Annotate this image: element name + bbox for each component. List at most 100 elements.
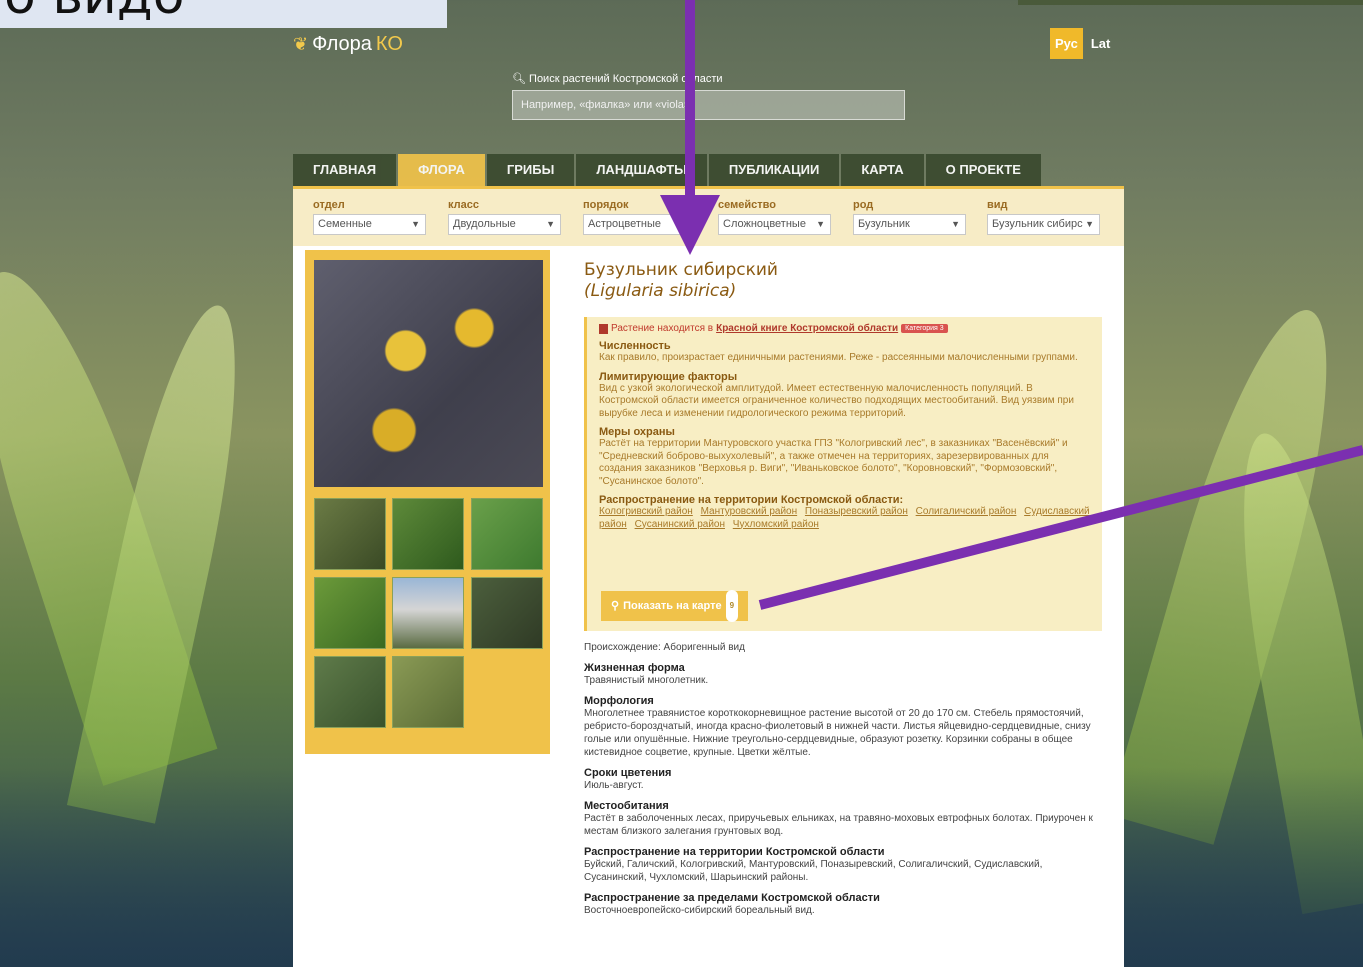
filter-genus: род Бузульник ▼ [853, 199, 966, 235]
filter-order: порядок Астроцветные ▼ [583, 199, 696, 235]
logo-text: Флора [312, 33, 372, 55]
areas-list: Кологривский район Мантуровский район По… [599, 506, 1094, 531]
section-heading: Численность [599, 340, 671, 352]
species-select[interactable]: Бузульник сибирс ▼ [987, 214, 1100, 235]
gallery-thumbnail[interactable] [471, 498, 543, 570]
filter-label: порядок [583, 199, 629, 211]
search-label-text: Поиск растений Костромской области [529, 73, 723, 85]
detail-text: Буйский, Галичский, Кологривский, Мантур… [584, 859, 1043, 883]
main-plant-photo[interactable] [314, 260, 543, 487]
show-on-map-button[interactable]: ⚲ Показать на карте 9 [601, 590, 749, 622]
detail-heading: Распространение на территории Костромско… [584, 846, 885, 858]
search-input[interactable] [512, 90, 905, 120]
gallery-thumbnail[interactable] [314, 656, 386, 728]
plant-title: Бузульник сибирский [584, 260, 778, 280]
chevron-down-icon: ▼ [1085, 219, 1094, 229]
detail-text: Июль-август. [584, 780, 644, 791]
division-select[interactable]: Семенные ▼ [313, 214, 426, 235]
gallery-thumbnail[interactable] [314, 577, 386, 649]
map-pin-icon: ⚲ [611, 600, 620, 612]
photo-gallery [305, 250, 550, 754]
taxonomy-filters: отдел Семенные ▼ класс Двудольные ▼ порядо… [293, 186, 1124, 246]
area-link[interactable]: Солигаличский район [916, 506, 1017, 517]
class-select[interactable]: Двудольные ▼ [448, 214, 561, 235]
gallery-thumbnail[interactable] [471, 577, 543, 649]
language-switcher: Рус Lat [1050, 28, 1118, 59]
overlay-thumbnail [1018, 0, 1363, 5]
detail-heading: Сроки цветения [584, 767, 672, 779]
chevron-down-icon: ▼ [816, 219, 825, 229]
plant-header: Бузульник сибирский (Ligularia sibirica) [584, 260, 1104, 302]
chevron-down-icon: ▼ [546, 219, 555, 229]
filter-label: род [853, 199, 874, 211]
gallery-thumbnail[interactable] [392, 577, 464, 649]
nav-map[interactable]: КАРТА [841, 154, 924, 186]
section-heading: Лимитирующие факторы [599, 370, 738, 383]
detail-heading: Распространение за пределами Костромской… [584, 892, 880, 904]
search-icon: 🔍︎ [512, 73, 526, 85]
leaf-icon: ❦ [293, 34, 309, 54]
overlay-caption-text: о видо [4, 0, 185, 26]
section-text: Растёт на территории Мантуровского участ… [599, 438, 1068, 487]
select-value: Бузульник сибирс [992, 218, 1083, 230]
area-link[interactable]: Чухломский район [733, 519, 819, 530]
select-value: Двудольные [453, 218, 516, 230]
logo-suffix: КО [375, 33, 403, 55]
nav-about[interactable]: О ПРОЕКТЕ [925, 154, 1041, 186]
book-icon [599, 323, 608, 334]
select-value: Семенные [318, 218, 372, 230]
site-logo[interactable]: ❦ Флора КО [293, 33, 403, 56]
gallery-thumbnail[interactable] [392, 656, 464, 728]
lang-ru-button[interactable]: Рус [1050, 28, 1083, 59]
lang-lat-button[interactable]: Lat [1083, 28, 1119, 59]
red-book-notice: Растение находится в Красной книге Костр… [599, 323, 1094, 334]
red-book-link[interactable]: Красной книге Костромской области [716, 323, 898, 334]
section-heading: Меры охраны [599, 426, 675, 438]
search-label: 🔍︎ Поиск растений Костромской области [512, 72, 723, 85]
red-book-prefix: Растение находится в [611, 323, 714, 334]
nav-flora[interactable]: ФЛОРА [398, 154, 485, 186]
family-select[interactable]: Сложноцветные ▼ [718, 214, 831, 235]
detail-text: Травянистый многолетник. [584, 675, 709, 686]
area-link[interactable]: Сусанинский район [635, 519, 725, 530]
areas-heading: Распространение на территории Костромско… [599, 494, 904, 506]
nav-fungi[interactable]: ГРИБЫ [486, 154, 575, 186]
origin-text: Происхождение: Аборигенный вид [584, 642, 745, 653]
genus-select[interactable]: Бузульник ▼ [853, 214, 966, 235]
filter-label: класс [448, 199, 479, 211]
filter-label: отдел [313, 199, 345, 211]
category-badge: Категория 3 [901, 324, 948, 333]
plant-latin-name: (Ligularia sibirica) [584, 281, 737, 301]
main-nav: ГЛАВНАЯ ФЛОРА ГРИБЫ ЛАНДШАФТЫ ПУБЛИКАЦИИ… [293, 154, 1041, 186]
filter-label: семейство [718, 199, 776, 211]
detail-heading: Местообитания [584, 800, 669, 812]
detail-text: Многолетнее травянистое короткокорневищн… [584, 708, 1091, 758]
nav-home[interactable]: ГЛАВНАЯ [293, 154, 397, 186]
area-link[interactable]: Поназыревский район [805, 506, 908, 517]
order-select[interactable]: Астроцветные ▼ [583, 214, 696, 235]
detail-text: Восточноевропейско-сибирский бореальный … [584, 905, 815, 916]
nav-landscapes[interactable]: ЛАНДШАФТЫ [576, 154, 707, 186]
gallery-thumbnail[interactable] [314, 498, 386, 570]
map-count-badge: 9 [725, 590, 739, 622]
nav-publications[interactable]: ПУБЛИКАЦИИ [708, 154, 840, 186]
overlay-caption: о видо [0, 0, 447, 28]
section-text: Вид с узкой экологической амплитудой. Им… [599, 382, 1074, 419]
chevron-down-icon: ▼ [681, 219, 690, 229]
red-book-box: Растение находится в Красной книге Костр… [584, 317, 1102, 631]
chevron-down-icon: ▼ [411, 219, 420, 229]
select-value: Сложноцветные [723, 218, 806, 230]
content-panel: отдел Семенные ▼ класс Двудольные ▼ порядо… [293, 186, 1124, 967]
plant-details: Происхождение: Аборигенный вид Жизненная… [584, 641, 1104, 917]
select-value: Бузульник [858, 218, 910, 230]
area-link[interactable]: Мантуровский район [701, 506, 798, 517]
filter-label: вид [987, 199, 1008, 211]
filter-class: класс Двудольные ▼ [448, 199, 561, 235]
detail-heading: Жизненная форма [584, 662, 685, 674]
detail-heading: Морфология [584, 695, 654, 707]
detail-text: Растёт в заболоченных лесах, приручьевых… [584, 813, 1093, 837]
gallery-thumbnail[interactable] [392, 498, 464, 570]
select-value: Астроцветные [588, 218, 662, 230]
section-text: Как правило, произрастает единичными рас… [599, 352, 1078, 363]
area-link[interactable]: Кологривский район [599, 506, 693, 517]
